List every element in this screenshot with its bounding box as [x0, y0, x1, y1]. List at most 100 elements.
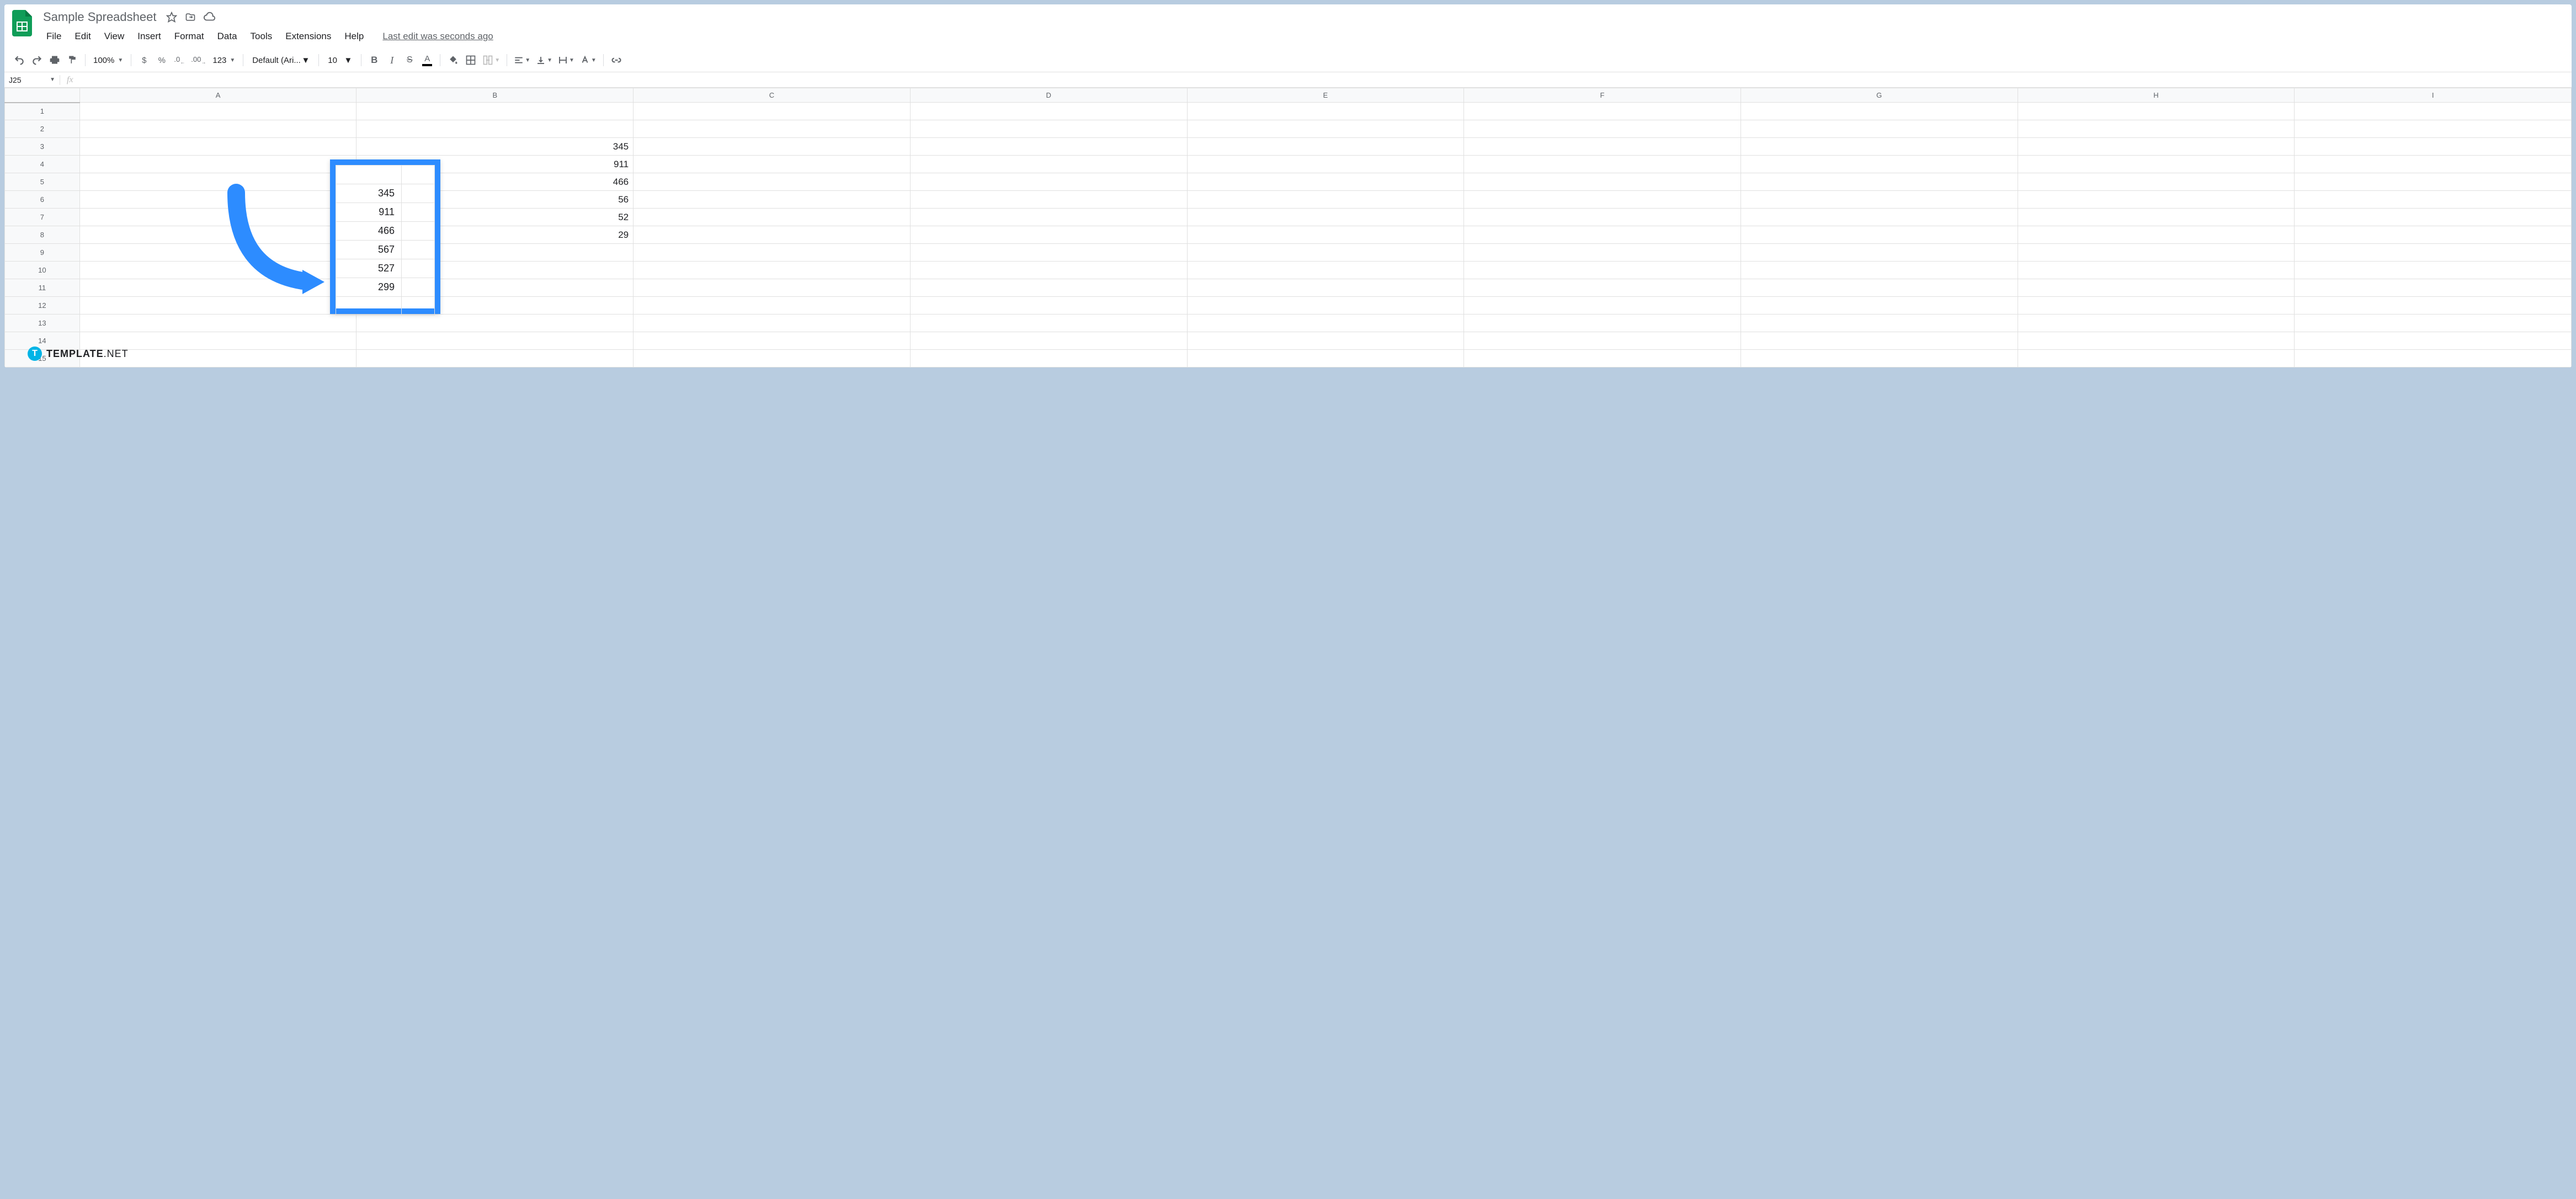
cell[interactable]: [910, 191, 1187, 209]
cell[interactable]: [910, 262, 1187, 279]
cell[interactable]: [634, 262, 911, 279]
cell[interactable]: [1187, 350, 1464, 367]
cell[interactable]: [634, 191, 911, 209]
row-header-2[interactable]: 2: [5, 120, 80, 138]
move-icon[interactable]: [185, 12, 196, 23]
col-header-i[interactable]: I: [2295, 88, 2572, 103]
cell[interactable]: [1741, 120, 2018, 138]
cell[interactable]: [356, 120, 634, 138]
row-header-13[interactable]: 13: [5, 315, 80, 332]
cell[interactable]: [2018, 138, 2295, 156]
cell[interactable]: [1187, 103, 1464, 120]
horizontal-align-icon[interactable]: ▼: [512, 52, 533, 68]
cell[interactable]: [79, 120, 356, 138]
cell[interactable]: [2295, 103, 2572, 120]
cell[interactable]: [634, 138, 911, 156]
cell[interactable]: [634, 209, 911, 226]
cell[interactable]: [1464, 244, 1741, 262]
cell[interactable]: [1464, 262, 1741, 279]
corner-header[interactable]: [5, 88, 80, 103]
cell[interactable]: [2295, 191, 2572, 209]
cell[interactable]: [1187, 191, 1464, 209]
cell[interactable]: [634, 279, 911, 297]
menu-file[interactable]: File: [41, 29, 67, 44]
row-header-8[interactable]: 8: [5, 226, 80, 244]
last-edit-link[interactable]: Last edit was seconds ago: [382, 31, 493, 42]
cell[interactable]: [910, 156, 1187, 173]
percent-button[interactable]: %: [153, 52, 170, 68]
cell[interactable]: [1187, 173, 1464, 191]
cell[interactable]: [2295, 209, 2572, 226]
cell[interactable]: [1741, 103, 2018, 120]
menu-edit[interactable]: Edit: [69, 29, 96, 44]
cell[interactable]: [2295, 297, 2572, 315]
cell[interactable]: [2295, 156, 2572, 173]
cell[interactable]: [910, 350, 1187, 367]
redo-icon[interactable]: [29, 52, 45, 68]
col-header-c[interactable]: C: [634, 88, 911, 103]
col-header-g[interactable]: G: [1741, 88, 2018, 103]
cell[interactable]: [2018, 103, 2295, 120]
cell[interactable]: [79, 244, 356, 262]
cell[interactable]: [910, 332, 1187, 350]
cell[interactable]: [2295, 315, 2572, 332]
cell[interactable]: [2295, 262, 2572, 279]
formula-bar-input[interactable]: [80, 76, 2572, 84]
cell[interactable]: [2018, 350, 2295, 367]
menu-tools[interactable]: Tools: [245, 29, 278, 44]
cell[interactable]: [1741, 262, 2018, 279]
cell[interactable]: [1741, 173, 2018, 191]
cell[interactable]: [1187, 262, 1464, 279]
row-header-4[interactable]: 4: [5, 156, 80, 173]
col-header-e[interactable]: E: [1187, 88, 1464, 103]
cell[interactable]: [79, 315, 356, 332]
cell[interactable]: [2018, 244, 2295, 262]
cell[interactable]: [2018, 279, 2295, 297]
cell[interactable]: [1741, 315, 2018, 332]
cell[interactable]: [910, 226, 1187, 244]
cell[interactable]: [1187, 138, 1464, 156]
cell[interactable]: [1464, 226, 1741, 244]
document-title[interactable]: Sample Spreadsheet: [41, 9, 158, 25]
cell[interactable]: [1464, 332, 1741, 350]
cell[interactable]: [1464, 173, 1741, 191]
cell[interactable]: [2018, 226, 2295, 244]
cell[interactable]: [1741, 226, 2018, 244]
cell[interactable]: [1464, 315, 1741, 332]
star-icon[interactable]: [166, 12, 177, 23]
cell[interactable]: [1187, 297, 1464, 315]
font-select[interactable]: Default (Ari...▼: [248, 56, 314, 65]
cell[interactable]: [634, 244, 911, 262]
borders-icon[interactable]: [462, 52, 479, 68]
cell[interactable]: [1464, 297, 1741, 315]
cell[interactable]: [634, 173, 911, 191]
cell[interactable]: [2018, 173, 2295, 191]
cell[interactable]: [634, 226, 911, 244]
menu-format[interactable]: Format: [169, 29, 210, 44]
decrease-decimal-button[interactable]: .0←: [171, 52, 188, 68]
row-header-9[interactable]: 9: [5, 244, 80, 262]
row-header-10[interactable]: 10: [5, 262, 80, 279]
cell[interactable]: [79, 226, 356, 244]
cell-b3[interactable]: 345: [356, 138, 634, 156]
row-header-1[interactable]: 1: [5, 103, 80, 120]
currency-button[interactable]: $: [136, 52, 152, 68]
cell[interactable]: [1187, 279, 1464, 297]
undo-icon[interactable]: [11, 52, 28, 68]
cell[interactable]: [634, 315, 911, 332]
bold-button[interactable]: B: [366, 52, 382, 68]
menu-extensions[interactable]: Extensions: [280, 29, 337, 44]
cell[interactable]: [1741, 244, 2018, 262]
cell[interactable]: [79, 156, 356, 173]
col-header-b[interactable]: B: [356, 88, 634, 103]
cell[interactable]: [79, 173, 356, 191]
cell[interactable]: [2295, 279, 2572, 297]
col-header-a[interactable]: A: [79, 88, 356, 103]
name-box[interactable]: J25 ▼: [4, 76, 60, 84]
menu-data[interactable]: Data: [212, 29, 243, 44]
cell[interactable]: [2018, 156, 2295, 173]
cell[interactable]: [2295, 173, 2572, 191]
sheets-logo-icon[interactable]: [11, 9, 33, 38]
cell[interactable]: [910, 173, 1187, 191]
vertical-align-icon[interactable]: ▼: [534, 52, 555, 68]
